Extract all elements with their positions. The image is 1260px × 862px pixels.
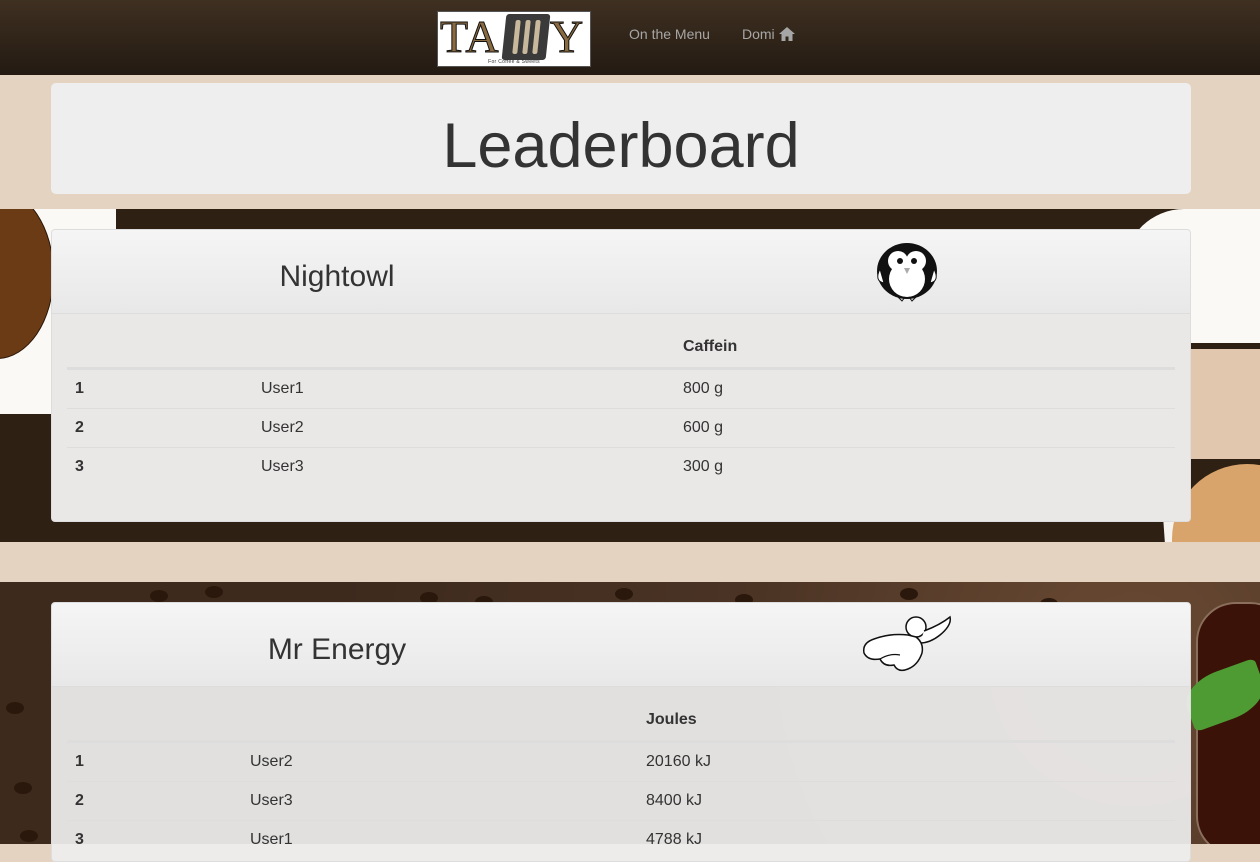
leaderboard-table: Joules 1 User2 20160 kJ 2 User3 8400 kJ … — [67, 700, 1175, 859]
metric-header: Caffein — [675, 327, 1175, 370]
rank-header — [67, 327, 253, 370]
user-header — [253, 327, 675, 370]
page-title: Leaderboard — [442, 111, 800, 181]
leaderboard-header: Leaderboard — [51, 83, 1191, 194]
rank-cell: 3 — [67, 447, 253, 486]
table-row: 1 User2 20160 kJ — [67, 742, 1175, 782]
leaderboard-panel-mr-energy: Mr Energy Joules 1 User2 20160 kJ 2 User… — [51, 602, 1191, 862]
logo-cards-image — [501, 14, 551, 60]
panel-title: Nightowl — [279, 260, 395, 293]
user-cell: User1 — [261, 380, 304, 397]
user-header — [242, 700, 638, 743]
panel-title: Mr Energy — [267, 633, 407, 666]
user-cell: User3 — [253, 447, 675, 486]
user-cell: User2 — [250, 753, 293, 770]
navbar: TA Y For Coffee & Sweets On the Menu Dom… — [0, 0, 1260, 75]
table-row: 3 User3 300 g — [67, 447, 1175, 486]
value-cell: 600 g — [675, 408, 1175, 448]
value-cell: 800 g — [683, 380, 724, 397]
table-row: 1 User1 800 g — [67, 369, 1175, 409]
value-cell: 8400 kJ — [638, 781, 1175, 821]
table-row: 2 User2 600 g — [67, 408, 1175, 448]
nav-user-domi[interactable]: Domi — [742, 26, 795, 44]
home-icon — [778, 27, 795, 44]
value-cell: 20160 kJ — [646, 753, 711, 770]
leaderboard-panel-nightowl: Nightowl Caffein 1 User1 800 g 2 User2 6… — [51, 229, 1191, 522]
user-cell: User2 — [253, 408, 675, 448]
table-header-row: Caffein — [67, 327, 1175, 370]
owl-icon — [874, 239, 940, 308]
panel-heading: Mr Energy — [52, 603, 1190, 687]
table-row: 3 User1 4788 kJ — [67, 820, 1175, 859]
nav-on-the-menu[interactable]: On the Menu — [629, 26, 710, 42]
rank-cell: 2 — [67, 408, 253, 448]
rank-header — [67, 700, 242, 743]
value-cell: 300 g — [675, 447, 1175, 486]
rank-cell: 1 — [75, 380, 84, 397]
logo-text-left: TA — [440, 11, 500, 62]
logo-text-right: Y — [549, 11, 585, 62]
tally-logo[interactable]: TA Y For Coffee & Sweets — [437, 11, 591, 67]
value-cell: 4788 kJ — [638, 820, 1175, 859]
nav-user-label: Domi — [742, 26, 775, 42]
table-header-row: Joules — [67, 700, 1175, 743]
user-cell: User3 — [242, 781, 638, 821]
rank-cell: 1 — [75, 753, 84, 770]
metric-header: Joules — [638, 700, 1175, 743]
table-row: 2 User3 8400 kJ — [67, 781, 1175, 821]
leaderboard-table: Caffein 1 User1 800 g 2 User2 600 g 3 Us… — [67, 327, 1175, 486]
rank-cell: 3 — [67, 820, 242, 859]
superhero-icon — [860, 613, 954, 680]
panel-heading: Nightowl — [52, 230, 1190, 314]
user-cell: User1 — [242, 820, 638, 859]
logo-caption: For Coffee & Sweets — [488, 59, 540, 65]
rank-cell: 2 — [67, 781, 242, 821]
